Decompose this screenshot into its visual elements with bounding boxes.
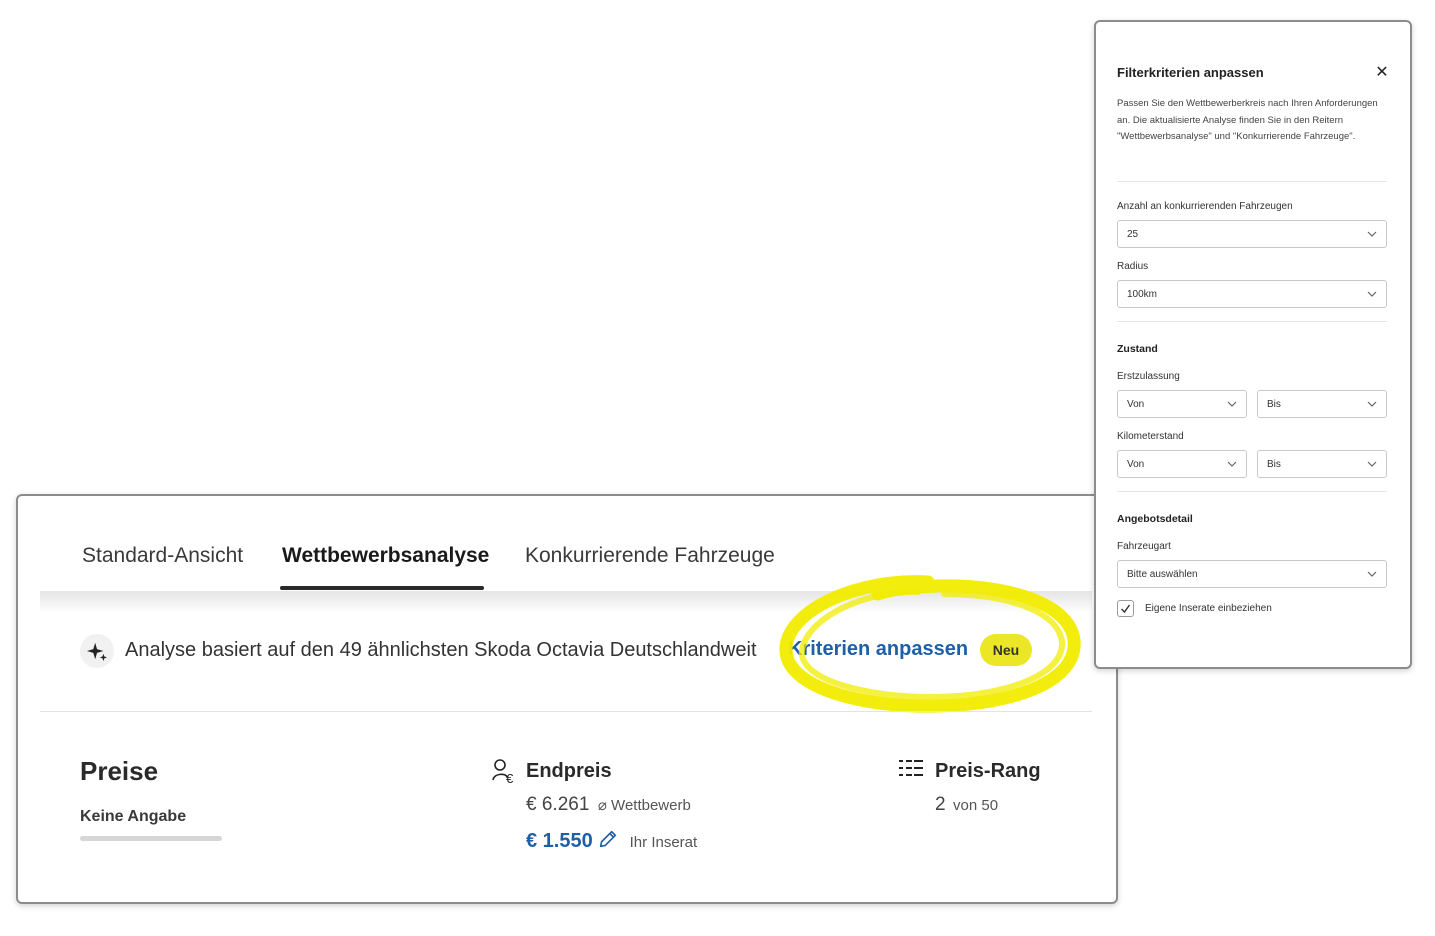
checkmark-icon <box>1121 604 1131 614</box>
chevron-down-icon <box>1367 571 1377 577</box>
filter-panel-title: Filterkriterien anpassen <box>1117 65 1264 80</box>
close-icon[interactable]: ✕ <box>1373 64 1391 82</box>
mileage-from-select[interactable]: Von <box>1117 450 1247 478</box>
chevron-down-icon <box>1367 461 1377 467</box>
own-listings-label: Eigene Inserate einbeziehen <box>1145 603 1272 614</box>
sparkle-icon <box>80 634 114 668</box>
chevron-down-icon <box>1227 461 1237 467</box>
price-rank-value: 2 von 50 <box>935 794 998 816</box>
offer-detail-heading: Angebotsdetail <box>1117 513 1193 525</box>
vehicle-type-placeholder: Bitte auswählen <box>1127 569 1198 580</box>
section-divider <box>40 711 1092 712</box>
tab-bar-shadow <box>40 591 1092 613</box>
active-tab-indicator <box>280 586 484 590</box>
analysis-description: Analyse basiert auf den 49 ähnlichsten S… <box>125 639 757 661</box>
own-listings-row: Eigene Inserate einbeziehen <box>1117 600 1387 618</box>
svg-text:€: € <box>506 771 514 784</box>
own-listings-checkbox[interactable] <box>1117 600 1134 617</box>
new-badge: Neu <box>980 634 1032 666</box>
radius-select-value: 100km <box>1127 289 1158 300</box>
no-data-label: Keine Angabe <box>80 808 187 825</box>
adjust-criteria-link[interactable]: Kriterien anpassen <box>788 638 968 661</box>
count-select-value: 25 <box>1127 229 1139 240</box>
mileage-label: Kilometerstand <box>1117 431 1184 442</box>
radius-label: Radius <box>1117 261 1149 272</box>
panel-divider <box>1117 181 1387 182</box>
filter-panel-description: Passen Sie den Wettbewerberkreis nach Ih… <box>1117 98 1378 142</box>
rank-number: 2 <box>935 794 946 815</box>
filter-panel: Filterkriterien anpassen ✕ Passen Sie de… <box>1094 20 1412 669</box>
tab-competing-vehicles[interactable]: Konkurrierende Fahrzeuge <box>525 544 775 592</box>
count-select[interactable]: 25 <box>1117 220 1387 248</box>
panel-divider <box>1117 491 1387 492</box>
chevron-down-icon <box>1367 291 1377 297</box>
registration-from-value: Von <box>1127 399 1145 410</box>
condition-heading: Zustand <box>1117 343 1158 355</box>
list-icon <box>899 760 923 776</box>
radius-select[interactable]: 100km <box>1117 280 1387 308</box>
own-price: € 1.550 Ihr Inserat <box>526 828 697 853</box>
registration-to-value: Bis <box>1267 399 1281 410</box>
vehicle-type-select[interactable]: Bitte auswählen <box>1117 560 1387 588</box>
tab-competition-analysis[interactable]: Wettbewerbsanalyse <box>282 544 489 592</box>
price-rank-heading: Preis-Rang <box>935 760 1041 782</box>
tab-standard-view[interactable]: Standard-Ansicht <box>82 544 243 592</box>
mileage-to-value: Bis <box>1267 459 1281 470</box>
competition-card: Standard-Ansicht Wettbewerbsanalyse Konk… <box>16 494 1118 904</box>
pencil-icon[interactable] <box>597 828 619 850</box>
count-label: Anzahl an konkurrierenden Fahrzeugen <box>1117 201 1293 212</box>
competition-price-label: ⌀ Wettbewerb <box>597 797 691 814</box>
registration-label: Erstzulassung <box>1117 371 1180 382</box>
own-price-value: € 1.550 <box>526 830 593 852</box>
endpreis-heading: Endpreis <box>526 760 612 782</box>
mileage-to-select[interactable]: Bis <box>1257 450 1387 478</box>
vehicle-type-label: Fahrzeugart <box>1117 541 1171 552</box>
chevron-down-icon <box>1367 231 1377 237</box>
panel-divider <box>1117 321 1387 322</box>
prices-heading: Preise <box>80 756 159 786</box>
tab-bar: Standard-Ansicht Wettbewerbsanalyse Konk… <box>42 544 1092 592</box>
mileage-from-value: Von <box>1127 459 1145 470</box>
chevron-down-icon <box>1367 401 1377 407</box>
competition-price: € 6.261 ⌀ Wettbewerb <box>526 794 691 816</box>
registration-to-select[interactable]: Bis <box>1257 390 1387 418</box>
own-price-label: Ihr Inserat <box>629 834 698 851</box>
person-euro-icon: € <box>492 759 514 784</box>
analysis-info-row: Analyse basiert auf den 49 ähnlichsten S… <box>80 632 1060 668</box>
rank-total: von 50 <box>953 797 999 814</box>
registration-from-select[interactable]: Von <box>1117 390 1247 418</box>
chevron-down-icon <box>1227 401 1237 407</box>
competition-price-value: € 6.261 <box>526 794 590 815</box>
no-data-bar <box>80 836 222 841</box>
